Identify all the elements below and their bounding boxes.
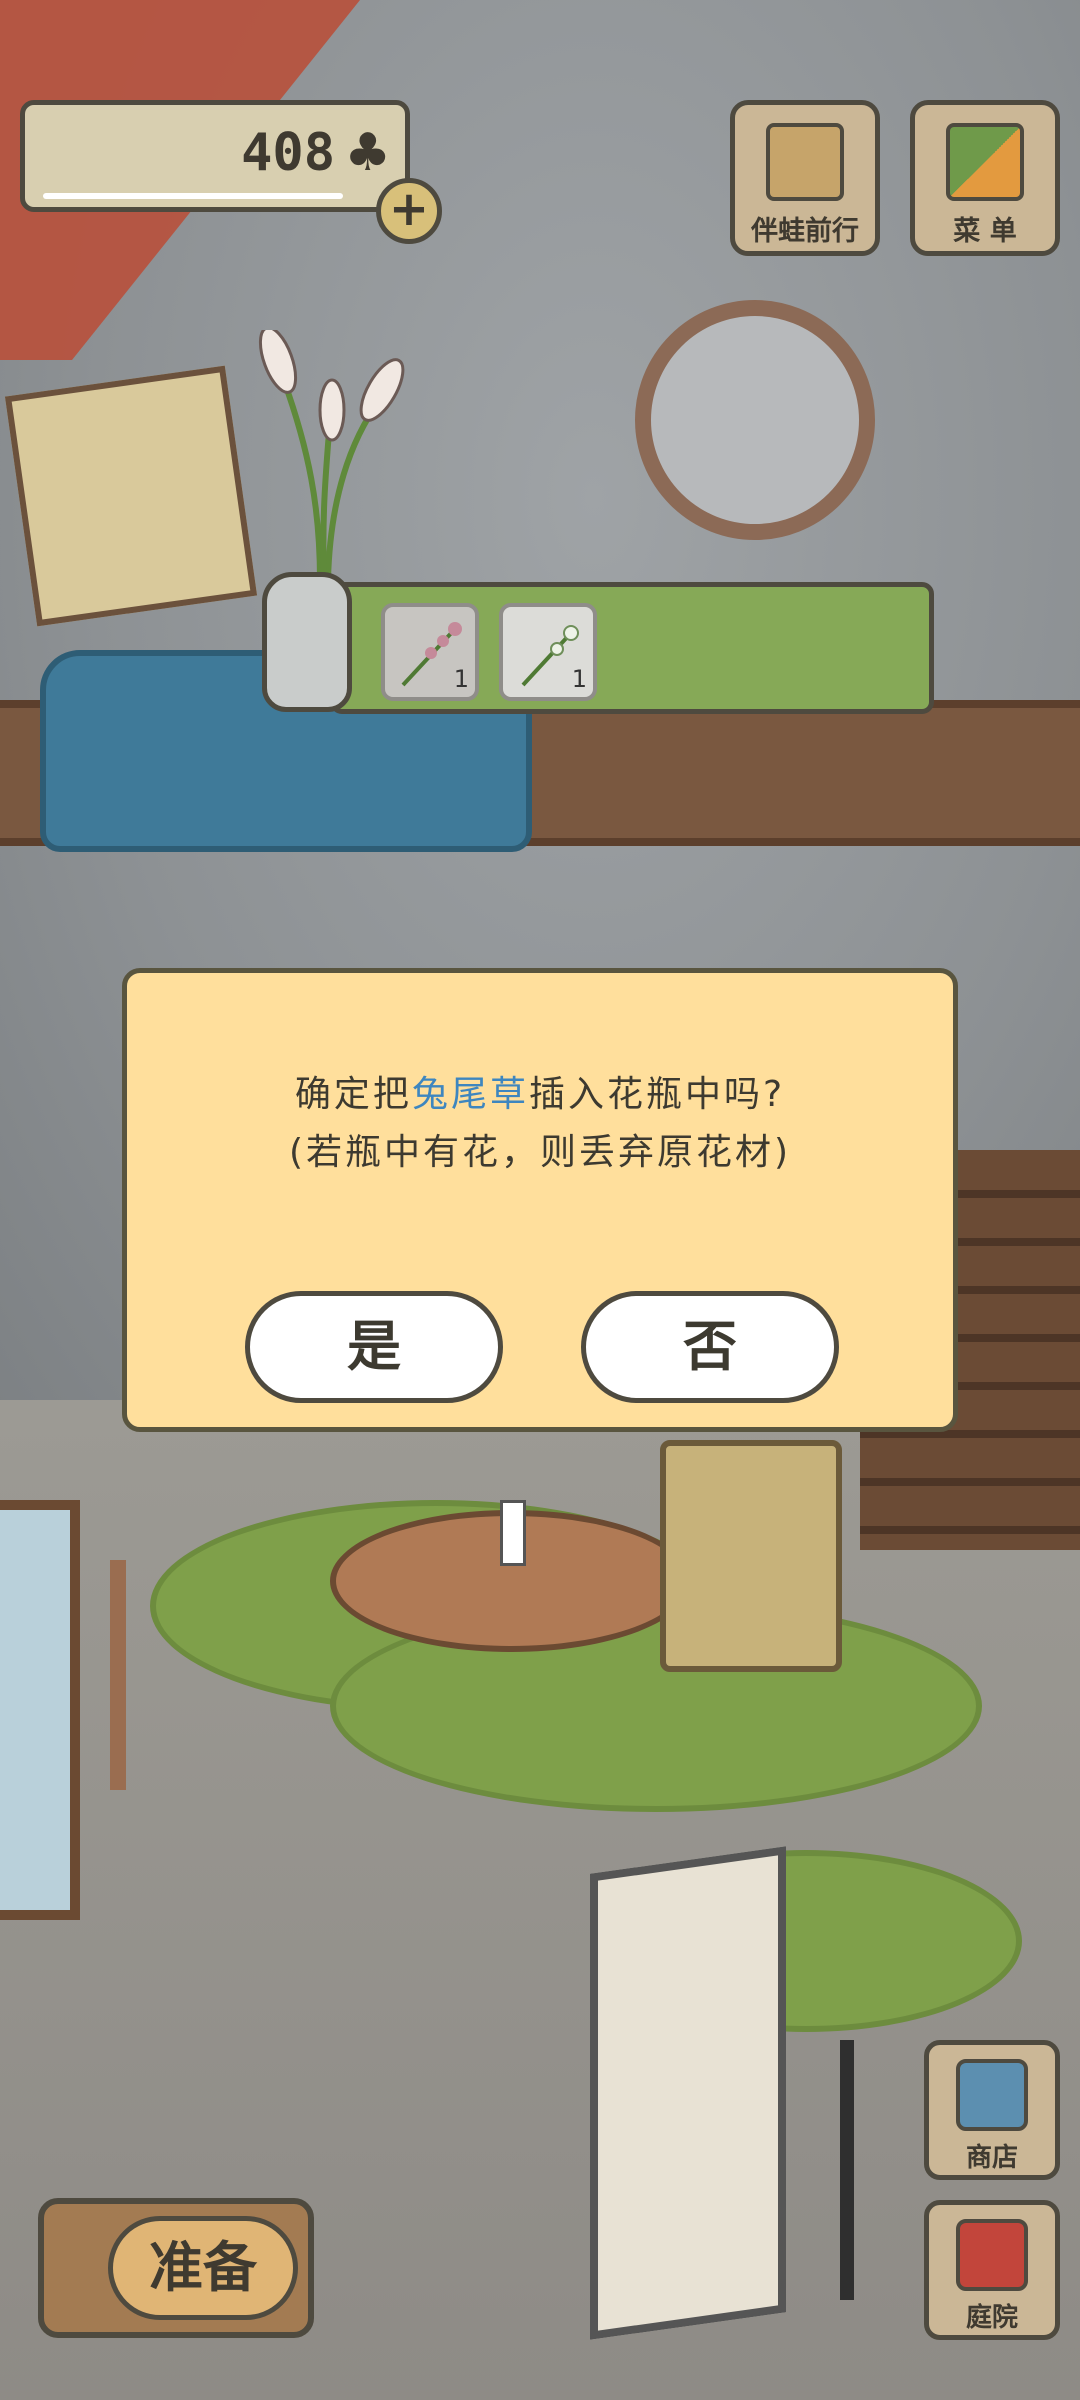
round-lattice-window (635, 300, 875, 540)
yard-label: 庭院 (965, 2303, 1018, 2333)
dialog-question-suffix: 插入花瓶中吗? (528, 1074, 786, 1115)
menu-button[interactable]: 菜 单 (910, 100, 1060, 256)
travel-with-frog-label: 伴蛙前行 (751, 216, 859, 247)
candle (500, 1500, 526, 1566)
clover-counter: 408 ♣ (20, 100, 410, 212)
folding-screen (590, 1846, 786, 2340)
clover-bar (43, 193, 343, 199)
standing-mirror (0, 1500, 80, 1920)
pampas-grass-in-vase (258, 330, 405, 580)
yes-button[interactable]: 是 (245, 1291, 503, 1403)
wall-map-scroll (4, 365, 258, 627)
menu-cards-icon (946, 123, 1024, 201)
flower-selection-bar: 1 1 (330, 582, 934, 714)
yard-button[interactable]: 庭院 (924, 2200, 1060, 2340)
clover-icon: ♣ (344, 123, 391, 183)
flower-slot-white-count: 1 (571, 665, 587, 693)
flower-slot-pink[interactable]: 1 (381, 603, 479, 701)
floor-lamp (840, 2040, 854, 2300)
shop-label: 商店 (965, 2143, 1018, 2173)
clover-count: 408 (241, 123, 335, 183)
prepare-button[interactable]: 准备 (38, 2198, 314, 2338)
dialog-flower-name: 兔尾草 (411, 1074, 529, 1115)
flower-slot-pink-count: 1 (453, 665, 469, 693)
shop-button[interactable]: 商店 (924, 2040, 1060, 2180)
confirm-dialog: 确定把兔尾草插入花瓶中吗? (若瓶中有花，则丢弃原花材) 是 否 (122, 968, 958, 1432)
shop-bags-icon (956, 2059, 1028, 2131)
prepare-label: 准备 (108, 2216, 298, 2320)
dialog-question: 确定把兔尾草插入花瓶中吗? (127, 1065, 953, 1117)
no-button[interactable]: 否 (581, 1291, 839, 1403)
menu-label: 菜 单 (953, 216, 1017, 247)
dialog-question-prefix: 确定把 (294, 1074, 412, 1115)
vase[interactable] (262, 572, 352, 712)
bamboo-chair (660, 1440, 842, 1672)
mailbox-icon (956, 2219, 1028, 2291)
coat-rack (110, 1560, 126, 1790)
add-clover-button[interactable]: + (376, 178, 442, 244)
dialog-note: (若瓶中有花，则丢弃原花材) (288, 1132, 792, 1173)
flower-slot-white[interactable]: 1 (499, 603, 597, 701)
travel-card-icon (766, 123, 844, 201)
travel-with-frog-button[interactable]: 伴蛙前行 (730, 100, 880, 256)
